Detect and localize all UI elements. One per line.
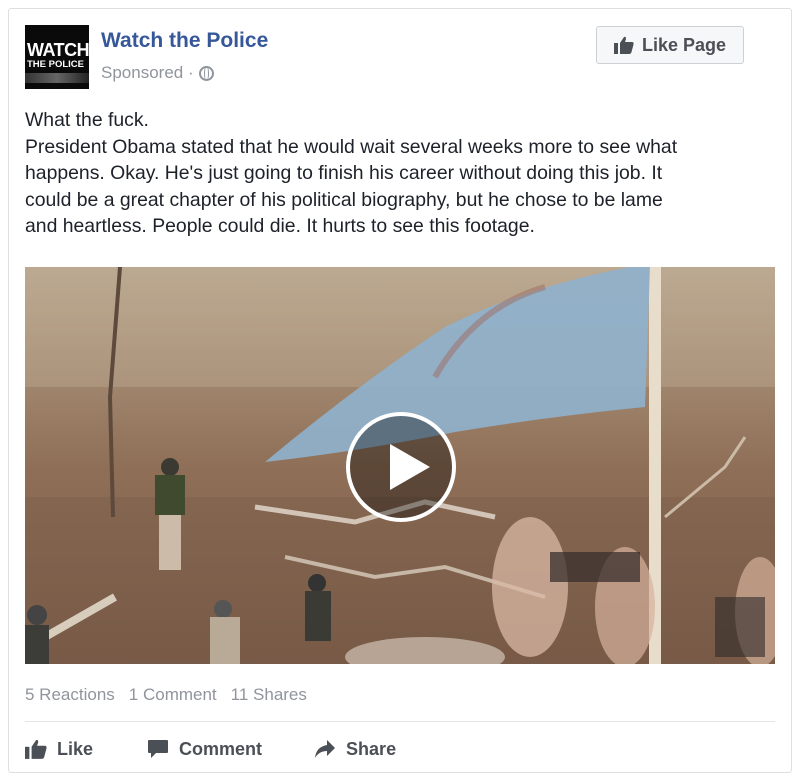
- post-line: happens. Okay. He's just going to finish…: [25, 162, 663, 184]
- post-line: What the fuck.: [25, 109, 149, 131]
- comments-count[interactable]: 1 Comment: [129, 685, 217, 705]
- sponsored-text: Sponsored ·: [101, 63, 194, 82]
- play-icon[interactable]: [346, 412, 456, 522]
- like-label: Like: [57, 738, 94, 759]
- like-page-label: Like Page: [641, 34, 727, 55]
- share-label: Share: [346, 738, 397, 759]
- post-message: What the fuck. President Obama stated th…: [25, 107, 777, 240]
- video-player[interactable]: [25, 267, 775, 664]
- post-line: President Obama stated that he would wai…: [25, 135, 678, 158]
- thumbs-up-icon: [613, 36, 634, 54]
- comment-button[interactable]: Comment: [147, 739, 262, 760]
- comment-label: Comment: [179, 738, 263, 759]
- comment-icon: [148, 740, 169, 758]
- post-card: WATCH THE POLICE Watch the Police Sponso…: [8, 8, 792, 773]
- shares-count[interactable]: 11 Shares: [231, 685, 307, 705]
- sponsored-label: Sponsored ·: [101, 63, 214, 83]
- globe-icon[interactable]: [198, 65, 214, 81]
- page-avatar[interactable]: WATCH THE POLICE: [25, 25, 89, 89]
- reactions-count[interactable]: 5 Reactions: [25, 685, 115, 705]
- engagement-stats: 5 Reactions 1 Comment 11 Shares: [25, 685, 307, 705]
- avatar-logo-subtext: THE POLICE: [27, 59, 85, 70]
- share-arrow-icon: [315, 740, 336, 758]
- post-line: and heartless. People could die. It hurt…: [25, 215, 535, 237]
- like-page-button[interactable]: Like Page: [596, 26, 744, 64]
- page-name-link[interactable]: Watch the Police: [101, 29, 268, 53]
- like-button[interactable]: Like: [25, 739, 93, 760]
- post-line: could be a great chapter of his politica…: [25, 188, 663, 211]
- action-bar: Like Comment Share: [25, 734, 396, 764]
- avatar-logo-text: WATCH: [27, 40, 89, 60]
- thumbs-up-icon: [25, 739, 47, 759]
- share-button[interactable]: Share: [314, 739, 396, 760]
- divider: [25, 721, 775, 722]
- avatar-stripe: [25, 73, 89, 83]
